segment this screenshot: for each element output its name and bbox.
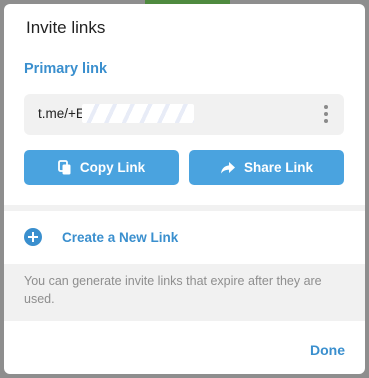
share-arrow-icon — [220, 161, 235, 173]
link-value: t.me/+E — [38, 106, 85, 121]
section-divider — [4, 205, 365, 211]
primary-link-field[interactable]: t.me/+E _ — [24, 94, 344, 135]
plus-circle-icon — [24, 228, 42, 246]
more-vertical-icon[interactable] — [318, 104, 334, 125]
info-text: You can generate invite links that expir… — [24, 274, 322, 306]
dialog-title: Invite links — [26, 18, 106, 37]
create-new-link-label: Create a New Link — [62, 230, 179, 245]
create-new-link-button[interactable]: Create a New Link — [4, 214, 365, 261]
copy-link-label: Copy Link — [79, 160, 146, 175]
copy-icon — [57, 159, 71, 174]
share-link-button[interactable]: Share Link — [189, 150, 344, 185]
share-link-label: Share Link — [243, 160, 314, 175]
copy-link-button[interactable]: Copy Link — [24, 150, 179, 185]
info-box: You can generate invite links that expir… — [4, 264, 365, 321]
primary-link-heading: Primary link — [24, 61, 108, 77]
redacted-link-portion — [82, 104, 194, 123]
invite-links-dialog: Invite links Primary link t.me/+E _ Copy… — [4, 4, 365, 374]
done-button[interactable]: Done — [310, 342, 345, 358]
